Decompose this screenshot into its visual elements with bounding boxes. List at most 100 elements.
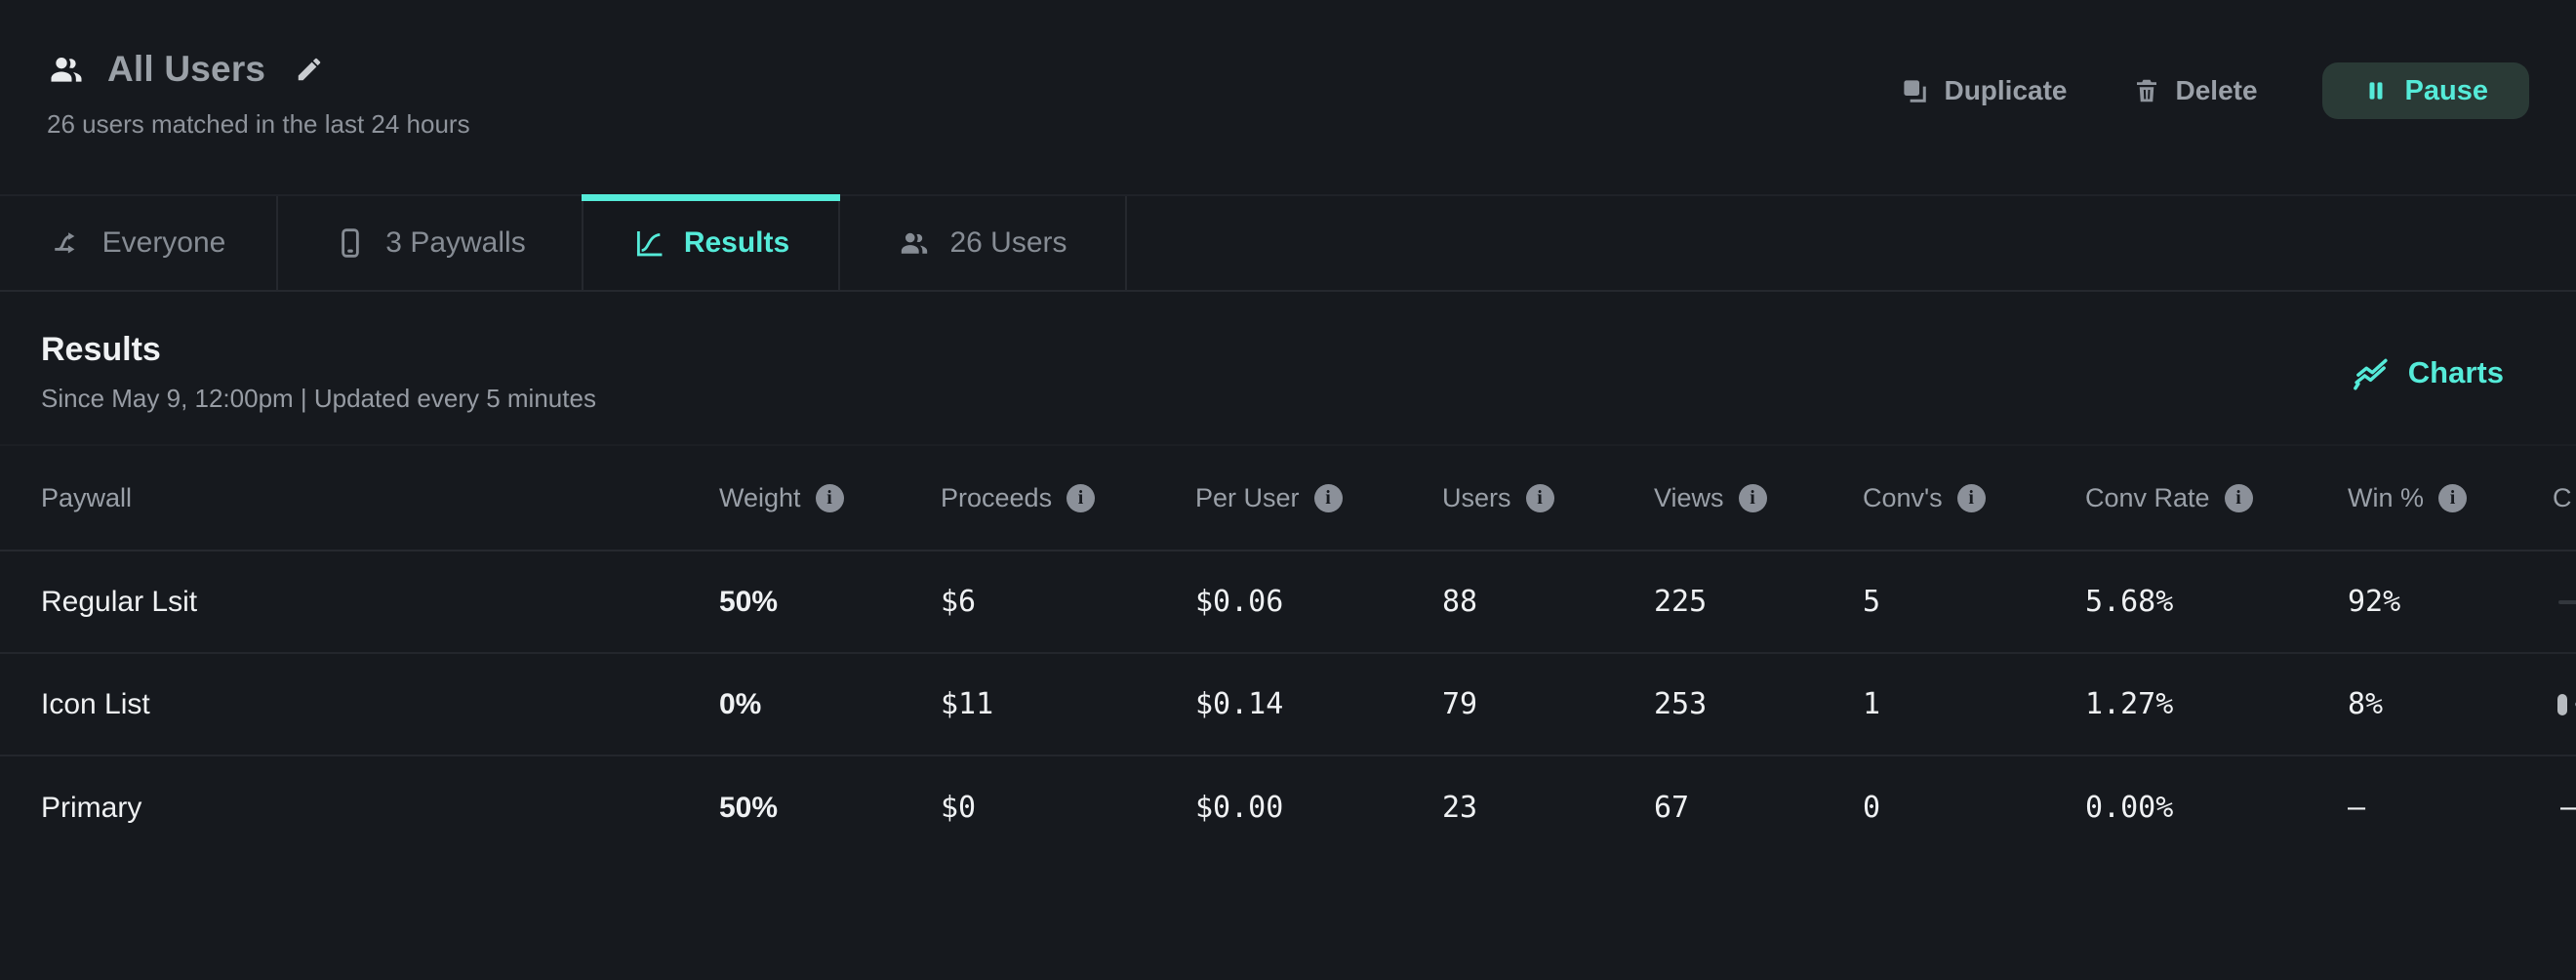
pause-icon: [2363, 78, 2389, 103]
results-subheading: Since May 9, 12:00pm | Updated every 5 m…: [41, 384, 596, 414]
conv-rate-value: 1.27%: [2085, 687, 2348, 721]
proceeds-value: $0: [941, 791, 1195, 825]
pause-label: Pause: [2405, 75, 2488, 107]
column-header-convs: Conv's: [1863, 483, 2085, 513]
column-label: Conv's: [1863, 483, 1943, 513]
info-icon[interactable]: [1739, 484, 1767, 512]
header-actions: Duplicate Delete Pause: [1900, 62, 2529, 119]
tab-results[interactable]: Results: [584, 196, 840, 290]
convs-value: 0: [1863, 791, 2085, 825]
proceeds-value: $11: [941, 687, 1195, 721]
per-user-value: $0.06: [1195, 585, 1442, 619]
users-icon: [47, 50, 86, 89]
split-arrows-icon: [51, 226, 84, 260]
duplicate-icon: [1900, 76, 1929, 105]
users-value: 79: [1442, 687, 1654, 721]
table-header-row: Paywall Weight Proceeds Per User Users V…: [0, 444, 2576, 551]
weight-value: 50%: [719, 586, 941, 619]
column-label: Weight: [719, 483, 801, 513]
column-label: Win %: [2348, 483, 2424, 513]
info-icon[interactable]: [1526, 484, 1554, 512]
trash-icon: [2132, 76, 2161, 105]
views-value: 253: [1654, 687, 1863, 721]
results-table: Paywall Weight Proceeds Per User Users V…: [0, 444, 2576, 859]
results-heading-block: Results Since May 9, 12:00pm | Updated e…: [41, 331, 596, 414]
pause-button[interactable]: Pause: [2322, 62, 2529, 119]
info-icon[interactable]: [1314, 484, 1343, 512]
info-icon[interactable]: [2438, 484, 2467, 512]
column-label: Proceeds: [941, 483, 1052, 513]
delete-button[interactable]: Delete: [2132, 75, 2258, 106]
paywall-name: Icon List: [0, 688, 719, 721]
confidence-value: –: [2553, 791, 2576, 825]
info-icon[interactable]: [2225, 484, 2253, 512]
proceeds-value: $6: [941, 585, 1195, 619]
column-header-paywall: Paywall: [0, 483, 719, 513]
table-row[interactable]: Regular Lsit 50% $6 $0.06 88 225 5 5.68%…: [0, 551, 2576, 654]
tab-label: 26 Users: [949, 226, 1067, 260]
column-header-conv-rate: Conv Rate: [2085, 483, 2348, 513]
weight-value: 0%: [719, 688, 941, 721]
weight-value: 50%: [719, 792, 941, 825]
page-title: All Users: [107, 49, 265, 90]
pencil-icon: [295, 55, 324, 84]
charts-label: Charts: [2408, 355, 2504, 390]
tab-users[interactable]: 26 Users: [840, 196, 1127, 290]
column-header-views: Views: [1654, 483, 1863, 513]
edit-title-button[interactable]: [295, 55, 324, 84]
table-row[interactable]: Primary 50% $0 $0.00 23 67 0 0.00% – –: [0, 756, 2576, 859]
tab-paywalls[interactable]: 3 Paywalls: [278, 196, 584, 290]
column-label: Users: [1442, 483, 1511, 513]
duplicate-label: Duplicate: [1944, 75, 2067, 106]
conv-rate-value: 0.00%: [2085, 791, 2348, 825]
users-value: 88: [1442, 585, 1654, 619]
win-pct-value: 8%: [2348, 687, 2553, 721]
column-header-weight: Weight: [719, 483, 941, 513]
conv-rate-value: 5.68%: [2085, 585, 2348, 619]
chart-curve-icon: [632, 226, 665, 260]
column-header-users: Users: [1442, 483, 1654, 513]
column-header-per-user: Per User: [1195, 483, 1442, 513]
win-pct-value: 92%: [2348, 585, 2553, 619]
table-row[interactable]: Icon List 0% $11 $0.14 79 253 1 1.27% 8%: [0, 654, 2576, 756]
tab-label: Results: [684, 226, 789, 260]
title-row: All Users: [47, 49, 470, 90]
confidence-bar-fragment: [2558, 600, 2576, 604]
confidence-cell: [2553, 600, 2576, 604]
results-section-header: Results Since May 9, 12:00pm | Updated e…: [0, 292, 2576, 414]
column-label: C: [2553, 483, 2572, 513]
confidence-marker-fragment: [2557, 694, 2567, 715]
column-label: Paywall: [41, 483, 132, 513]
win-pct-value: –: [2348, 791, 2553, 825]
confidence-cell: [2553, 694, 2576, 715]
info-icon[interactable]: [1957, 484, 1986, 512]
header-left: All Users 26 users matched in the last 2…: [47, 49, 470, 140]
column-label: Per User: [1195, 483, 1300, 513]
tab-everyone[interactable]: Everyone: [0, 196, 278, 290]
users-value: 23: [1442, 791, 1654, 825]
column-label: Views: [1654, 483, 1724, 513]
matched-users-subtitle: 26 users matched in the last 24 hours: [47, 109, 470, 140]
views-value: 225: [1654, 585, 1863, 619]
delete-label: Delete: [2176, 75, 2258, 106]
info-icon[interactable]: [1067, 484, 1095, 512]
users-icon: [898, 226, 931, 260]
results-heading: Results: [41, 331, 596, 369]
charts-link[interactable]: Charts: [2351, 352, 2504, 393]
per-user-value: $0.00: [1195, 791, 1442, 825]
duplicate-button[interactable]: Duplicate: [1900, 75, 2067, 106]
tab-label: Everyone: [102, 226, 226, 260]
column-header-proceeds: Proceeds: [941, 483, 1195, 513]
charts-icon: [2351, 352, 2392, 393]
info-icon[interactable]: [816, 484, 844, 512]
convs-value: 5: [1863, 585, 2085, 619]
tab-bar: Everyone 3 Paywalls Results 26 Users: [0, 194, 2576, 292]
phone-icon: [334, 226, 367, 260]
paywall-name: Primary: [0, 792, 719, 825]
page-header: All Users 26 users matched in the last 2…: [0, 0, 2576, 140]
column-label: Conv Rate: [2085, 483, 2210, 513]
tab-label: 3 Paywalls: [385, 226, 525, 260]
views-value: 67: [1654, 791, 1863, 825]
column-header-confidence-clipped: C: [2553, 483, 2576, 513]
paywall-name: Regular Lsit: [0, 586, 719, 619]
